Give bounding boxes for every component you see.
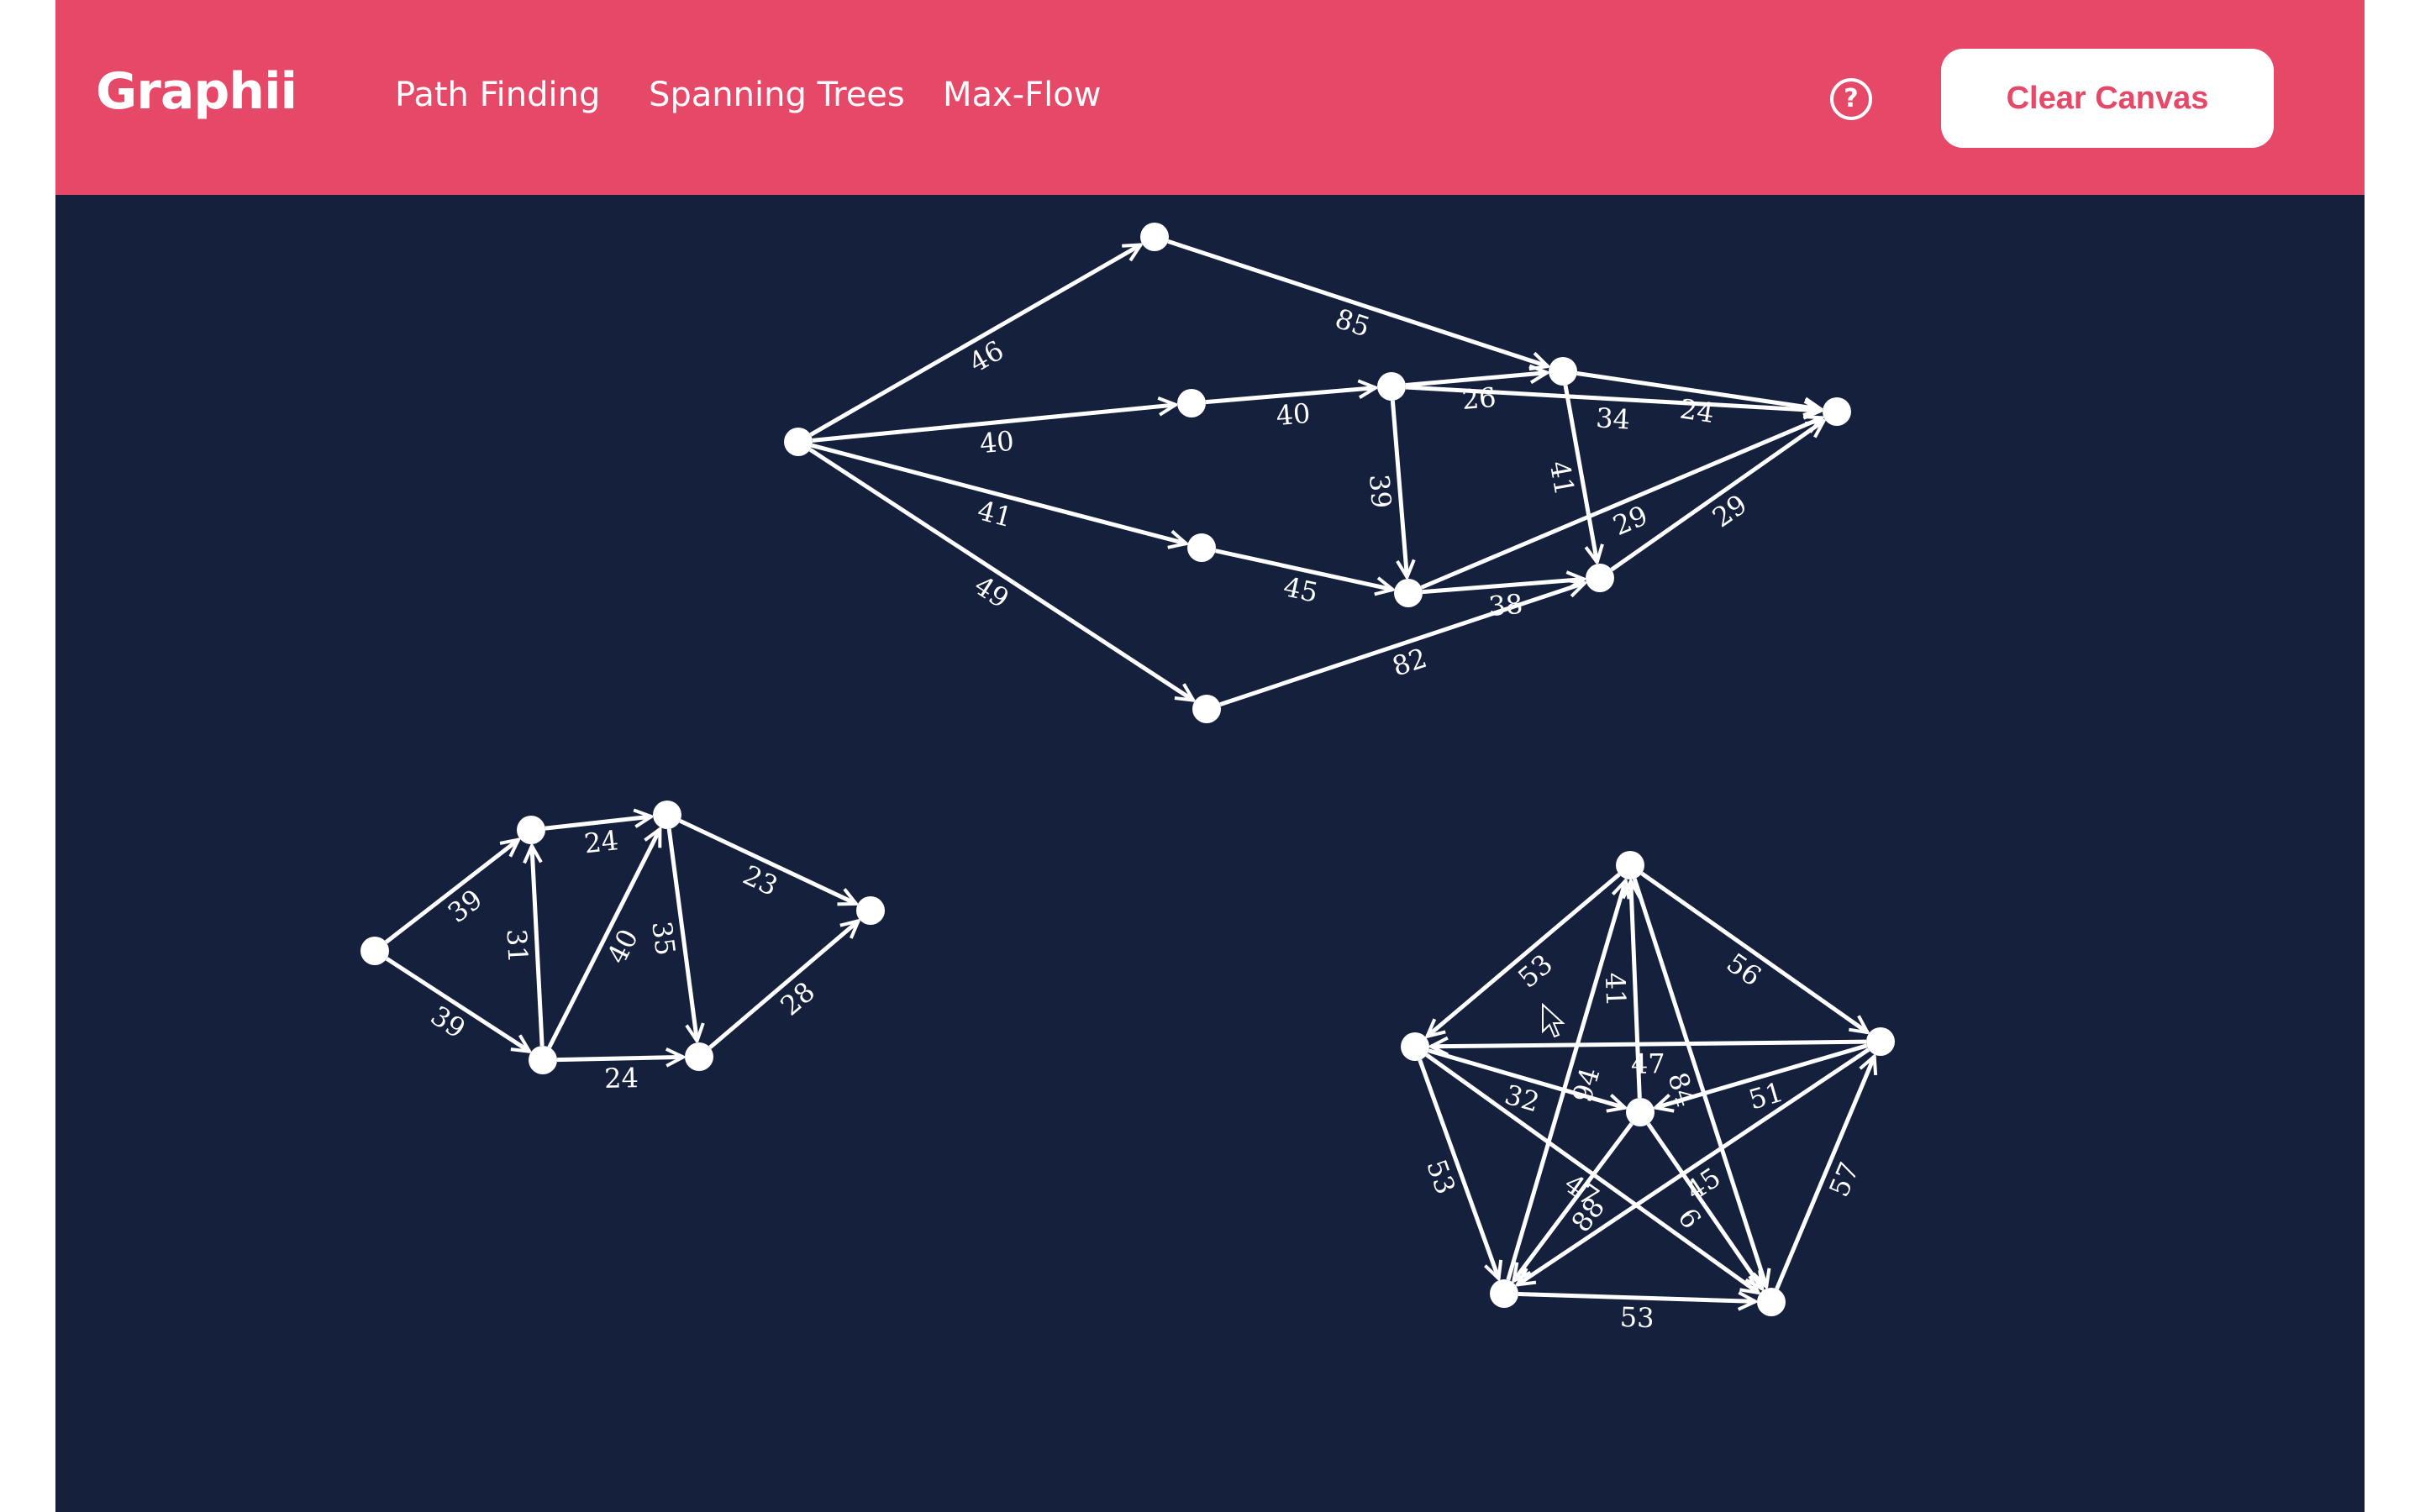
edge-weight-label: 39: [425, 1000, 471, 1045]
graph-edge[interactable]: [708, 921, 859, 1049]
graph-node[interactable]: [517, 816, 545, 844]
graph-node[interactable]: [1177, 389, 1206, 417]
edge-weight-label: 40: [1275, 397, 1312, 432]
edge-weight-label: 39: [442, 883, 488, 929]
graph-node[interactable]: [856, 896, 885, 925]
graph-edge[interactable]: [556, 1057, 683, 1059]
graph-node[interactable]: [1626, 1098, 1655, 1126]
graph-node[interactable]: [360, 937, 389, 965]
graph-top[interactable]: 46854040 2634 2441454939 4129 293882: [784, 223, 1851, 723]
graph-node[interactable]: [1490, 1279, 1518, 1308]
graph-node[interactable]: [784, 428, 813, 456]
edge-weight-label: 41: [1599, 972, 1633, 1007]
edge-weight-label: 39: [1363, 473, 1397, 510]
edge-weight-label: 6: [1671, 1202, 1707, 1234]
graph-node[interactable]: [1394, 579, 1423, 607]
edge-weight-label: 29: [1707, 488, 1753, 534]
graph-edge[interactable]: [1518, 1294, 1755, 1302]
edge-weight-label: 24: [1678, 392, 1717, 429]
edge-weight-label: 41: [1544, 459, 1581, 498]
graph-node[interactable]: [1757, 1288, 1786, 1316]
edge-weight-label: 56: [1721, 947, 1767, 993]
edge-weight-label: 35: [645, 919, 681, 957]
graph-node[interactable]: [1377, 372, 1406, 401]
graph-left[interactable]: 39392431 40 35232428: [360, 801, 885, 1095]
app-window: Graphii Path Finding Spanning Trees Max-…: [55, 0, 2365, 1512]
graph-node[interactable]: [1549, 357, 1577, 386]
mouse-cursor-icon: [1542, 1003, 1565, 1038]
graph-edge[interactable]: [808, 448, 1193, 700]
graph-node[interactable]: [1866, 1027, 1895, 1056]
edge-weight-label: 24: [582, 824, 620, 859]
graph-edge[interactable]: [809, 244, 1141, 437]
graph-node[interactable]: [1140, 223, 1169, 251]
graph-node[interactable]: [1586, 564, 1614, 592]
graph-canvas[interactable]: 46854040 2634 2441454939 4129 29388239392431…: [55, 0, 2365, 1512]
edge-weight-label: 28: [774, 975, 821, 1021]
edge-weight-label: 31: [500, 928, 534, 964]
edge-weight-label: 53: [1619, 1301, 1655, 1334]
graph-node[interactable]: [653, 801, 681, 829]
edge-weight-label: 49: [969, 570, 1015, 615]
graph-node[interactable]: [1823, 397, 1851, 426]
graph-node[interactable]: [1616, 851, 1644, 879]
graph-node[interactable]: [1192, 695, 1221, 723]
edge-weight-label: 40: [978, 424, 1015, 459]
graph-node[interactable]: [529, 1046, 557, 1074]
graph-node[interactable]: [685, 1042, 713, 1071]
graph-edge[interactable]: [1167, 239, 1548, 366]
graph-node[interactable]: [1401, 1032, 1429, 1061]
graph-edge[interactable]: [1428, 873, 1621, 1037]
edge-weight-label: 34: [1595, 402, 1631, 435]
edge-weight-label: 45: [1281, 570, 1321, 609]
graph-edge[interactable]: [384, 840, 518, 944]
graph-node[interactable]: [1187, 533, 1216, 562]
edge-weight-label: 41: [975, 494, 1016, 533]
edge-weight-label: 53: [1512, 948, 1559, 994]
graph-edge[interactable]: [1646, 1122, 1763, 1289]
edge-weight-label: 26: [1460, 381, 1497, 416]
edge-weight-label: 45: [1681, 1161, 1727, 1206]
graph-right[interactable]: 53 56474153535732 5188 684944547: [1401, 851, 1895, 1334]
edge-weight-label: 24: [604, 1062, 639, 1095]
graph-edge[interactable]: [1431, 1042, 1867, 1047]
